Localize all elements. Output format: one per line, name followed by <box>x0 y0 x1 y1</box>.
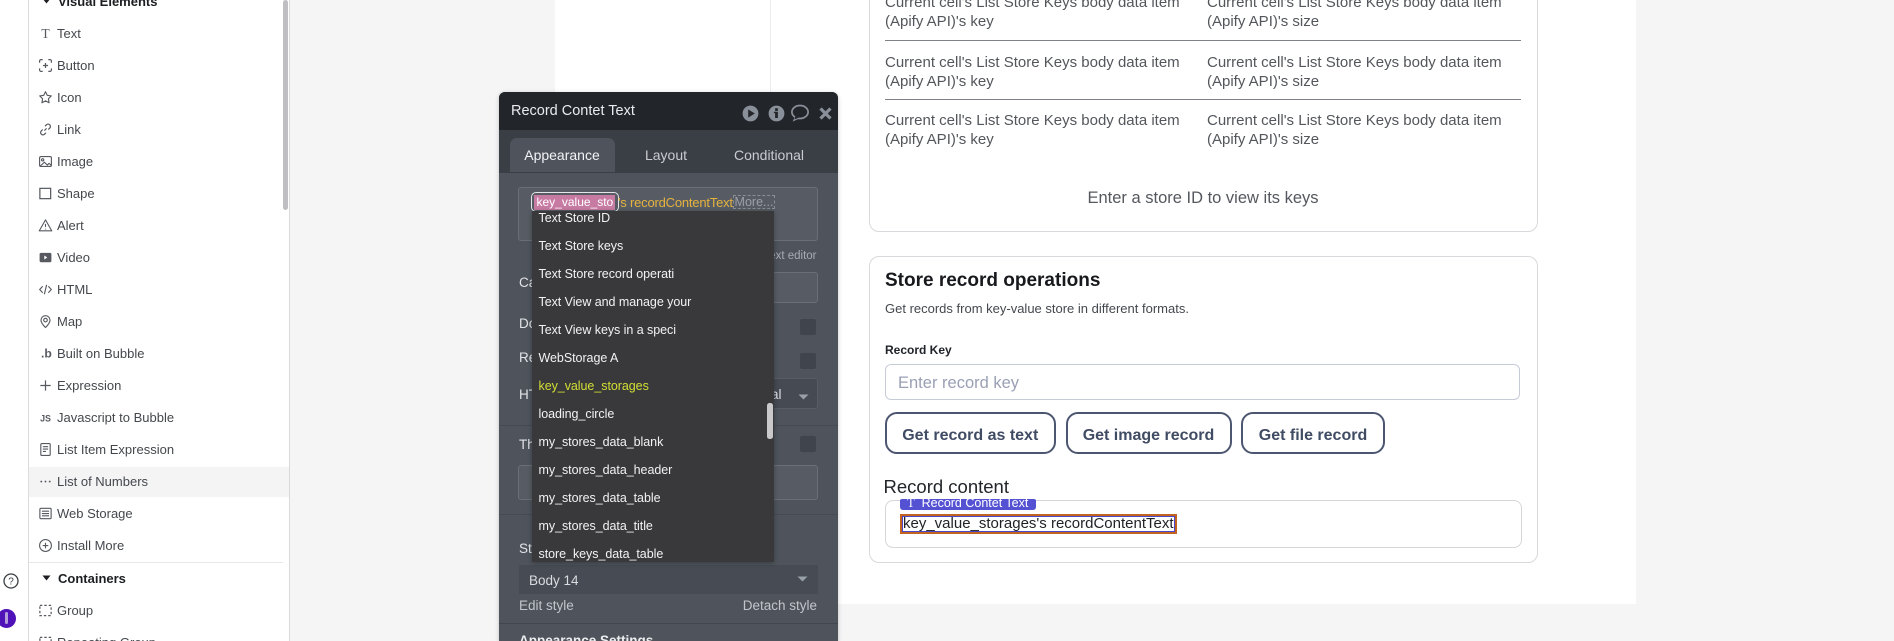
svg-text:JS: JS <box>40 413 51 423</box>
svg-text:T: T <box>41 26 50 41</box>
svg-text:.b: .b <box>41 346 52 360</box>
